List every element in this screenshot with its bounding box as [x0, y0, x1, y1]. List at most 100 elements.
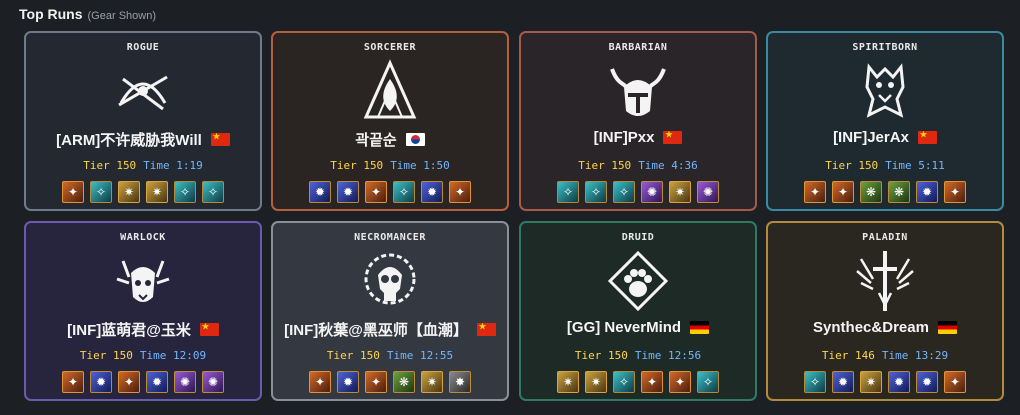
gear-item-icon[interactable]: ✧ [585, 181, 607, 203]
top-runs-grid: ROGUE[ARM]不许威胁我WillTier 150Time 1:19✦✧✷✷… [24, 31, 1004, 401]
gear-item-icon[interactable]: ✦ [365, 181, 387, 203]
gear-item-icon[interactable]: ✦ [944, 371, 966, 393]
gear-item-icon[interactable]: ✷ [557, 371, 579, 393]
gear-item-icon[interactable]: ✹ [832, 371, 854, 393]
gear-item-icon[interactable]: ✦ [118, 371, 140, 393]
gear-list: ✦ ✹ ✦ ✹ ✺ ✺ [26, 371, 260, 393]
gear-item-icon[interactable]: ✦ [804, 181, 826, 203]
gear-item-icon[interactable]: ✦ [309, 371, 331, 393]
gear-item-icon[interactable]: ✧ [174, 181, 196, 203]
gear-item-icon[interactable]: ✧ [804, 371, 826, 393]
gear-item-icon[interactable]: ✦ [832, 181, 854, 203]
time-label: Time 4:36 [638, 159, 698, 172]
gear-item-icon[interactable]: ❋ [888, 181, 910, 203]
gear-item-icon[interactable]: ✧ [613, 181, 635, 203]
run-card-barbarian[interactable]: BARBARIAN[INF]PxxTier 150Time 4:36✧✧✧✺✷✺ [519, 31, 757, 211]
gear-item-icon[interactable]: ✦ [62, 181, 84, 203]
class-name: PALADIN [862, 232, 908, 243]
player-name[interactable]: [ARM]不许威胁我Will [56, 129, 202, 150]
gear-item-icon[interactable]: ✸ [449, 371, 471, 393]
tier-label: Tier 146 [821, 349, 875, 362]
gear-item-icon[interactable]: ✹ [916, 371, 938, 393]
player-name[interactable]: Synthec&Dream [813, 319, 929, 336]
player-row: [INF]JerAx [768, 129, 1002, 146]
player-row: [INF]蓝萌君@玉米 [26, 319, 260, 340]
gear-item-icon[interactable]: ✧ [90, 181, 112, 203]
gear-item-icon[interactable]: ✺ [202, 371, 224, 393]
player-name[interactable]: 곽끝순 [355, 129, 396, 150]
run-stats: Tier 150 Time 12:55 [273, 349, 507, 362]
class-name: SORCERER [363, 42, 417, 53]
class-name: ROGUE [126, 42, 160, 53]
gear-list: ✦ ✦ ❋ ❋ ✹ ✦ [768, 181, 1002, 203]
run-card-rogue[interactable]: ROGUE [ARM]不许威胁我Will Tier 150 Time 1:19 ✦ ✧ ✷ ✷… [24, 31, 262, 211]
gear-item-icon[interactable]: ✧ [393, 181, 415, 203]
tier-label: Tier 150 [825, 159, 879, 172]
gear-item-icon[interactable]: ✹ [309, 181, 331, 203]
gear-item-icon[interactable]: ✦ [365, 371, 387, 393]
run-card-warlock[interactable]: WARLOCK [INF]蓝萌君@玉米 Tier 150 Time 12:09 ✦ ✹ ✦ ✹… [24, 221, 262, 401]
gear-item-icon[interactable]: ✧ [613, 371, 635, 393]
player-name[interactable]: [INF]Pxx [594, 129, 655, 146]
player-row: [INF]Pxx [521, 129, 755, 146]
run-stats: Tier 150 Time 12:09 [26, 349, 260, 362]
flag-cn-icon [199, 323, 219, 336]
run-stats: Tier 150 Time 1:50 [273, 159, 507, 172]
gear-item-icon[interactable]: ✹ [90, 371, 112, 393]
gear-item-icon[interactable]: ✧ [697, 371, 719, 393]
gear-item-icon[interactable]: ✺ [697, 181, 719, 203]
gear-item-icon[interactable]: ✺ [174, 371, 196, 393]
class-name: SPIRITBORN [852, 42, 918, 53]
tier-label: Tier 150 [578, 159, 632, 172]
gear-item-icon[interactable]: ✹ [888, 371, 910, 393]
gear-item-icon[interactable]: ✦ [641, 371, 663, 393]
run-card-spiritborn[interactable]: SPIRITBORN [INF]JerAx Tier 150 Time 5:11 ✦ ✦ ❋… [766, 31, 1004, 211]
class-name: BARBARIAN [608, 42, 668, 53]
run-card-necromancer[interactable]: NECROMANCER [INF]秋葉@黑巫师【血潮】 Tier 150 Time 1… [271, 221, 509, 401]
run-card-druid[interactable]: DRUID [GG] NeverMind Tier 150 Time 12:56 ✷ ✷ ✧… [519, 221, 757, 401]
player-name[interactable]: [INF]蓝萌君@玉米 [67, 319, 191, 340]
spiritborn-emblem-icon [851, 59, 919, 123]
gear-item-icon[interactable]: ✺ [641, 181, 663, 203]
gear-item-icon[interactable]: ✷ [146, 181, 168, 203]
gear-item-icon[interactable]: ✧ [202, 181, 224, 203]
gear-item-icon[interactable]: ✷ [585, 371, 607, 393]
gear-item-icon[interactable]: ✦ [944, 181, 966, 203]
gear-list: ✦ ✹ ✦ ❋ ✷ ✸ [273, 371, 507, 393]
gear-item-icon[interactable]: ✷ [669, 181, 691, 203]
gear-item-icon[interactable]: ❋ [393, 371, 415, 393]
gear-item-icon[interactable]: ✦ [62, 371, 84, 393]
gear-item-icon[interactable]: ✷ [118, 181, 140, 203]
gear-item-icon[interactable]: ✹ [337, 371, 359, 393]
gear-item-icon[interactable]: ✹ [146, 371, 168, 393]
flag-cn-icon [210, 133, 230, 146]
gear-item-icon[interactable]: ✹ [337, 181, 359, 203]
tier-label: Tier 150 [79, 349, 133, 362]
class-name: NECROMANCER [354, 232, 426, 243]
gear-list: ✧ ✧ ✧ ✺ ✷ ✺ [521, 181, 755, 203]
time-label: Time 1:50 [390, 159, 450, 172]
gear-item-icon[interactable]: ✦ [669, 371, 691, 393]
gear-item-icon[interactable]: ✷ [421, 371, 443, 393]
gear-item-icon[interactable]: ✹ [421, 181, 443, 203]
player-row: [ARM]不许威胁我Will [26, 129, 260, 150]
player-name[interactable]: [INF]JerAx [833, 129, 909, 146]
run-stats: Tier 150 Time 12:56 [521, 349, 755, 362]
player-row: 곽끝순 [273, 129, 507, 150]
run-card-sorcerer[interactable]: SORCERER 곽끝순 Tier 150 Time 1:50 ✹ ✹ ✦ ✧ ✹ ✦ [271, 31, 509, 211]
gear-item-icon[interactable]: ✹ [916, 181, 938, 203]
tier-label: Tier 150 [330, 159, 384, 172]
section-subtitle: (Gear Shown) [87, 10, 156, 22]
warlock-emblem-icon [109, 249, 177, 313]
flag-cn-icon [663, 131, 683, 144]
gear-item-icon[interactable]: ✦ [449, 181, 471, 203]
gear-item-icon[interactable]: ✷ [860, 371, 882, 393]
run-stats: Tier 150 Time 4:36 [521, 159, 755, 172]
gear-item-icon[interactable]: ✧ [557, 181, 579, 203]
player-name[interactable]: [INF]秋葉@黑巫师【血潮】 [284, 319, 468, 340]
player-name[interactable]: [GG] NeverMind [567, 319, 681, 336]
gear-item-icon[interactable]: ❋ [860, 181, 882, 203]
druid-emblem-icon [604, 249, 672, 313]
rogue-emblem-icon [109, 59, 177, 123]
run-card-paladin[interactable]: PALADIN Synthec&Dream Tier 146 Time 13:29 ✧ ✹… [766, 221, 1004, 401]
